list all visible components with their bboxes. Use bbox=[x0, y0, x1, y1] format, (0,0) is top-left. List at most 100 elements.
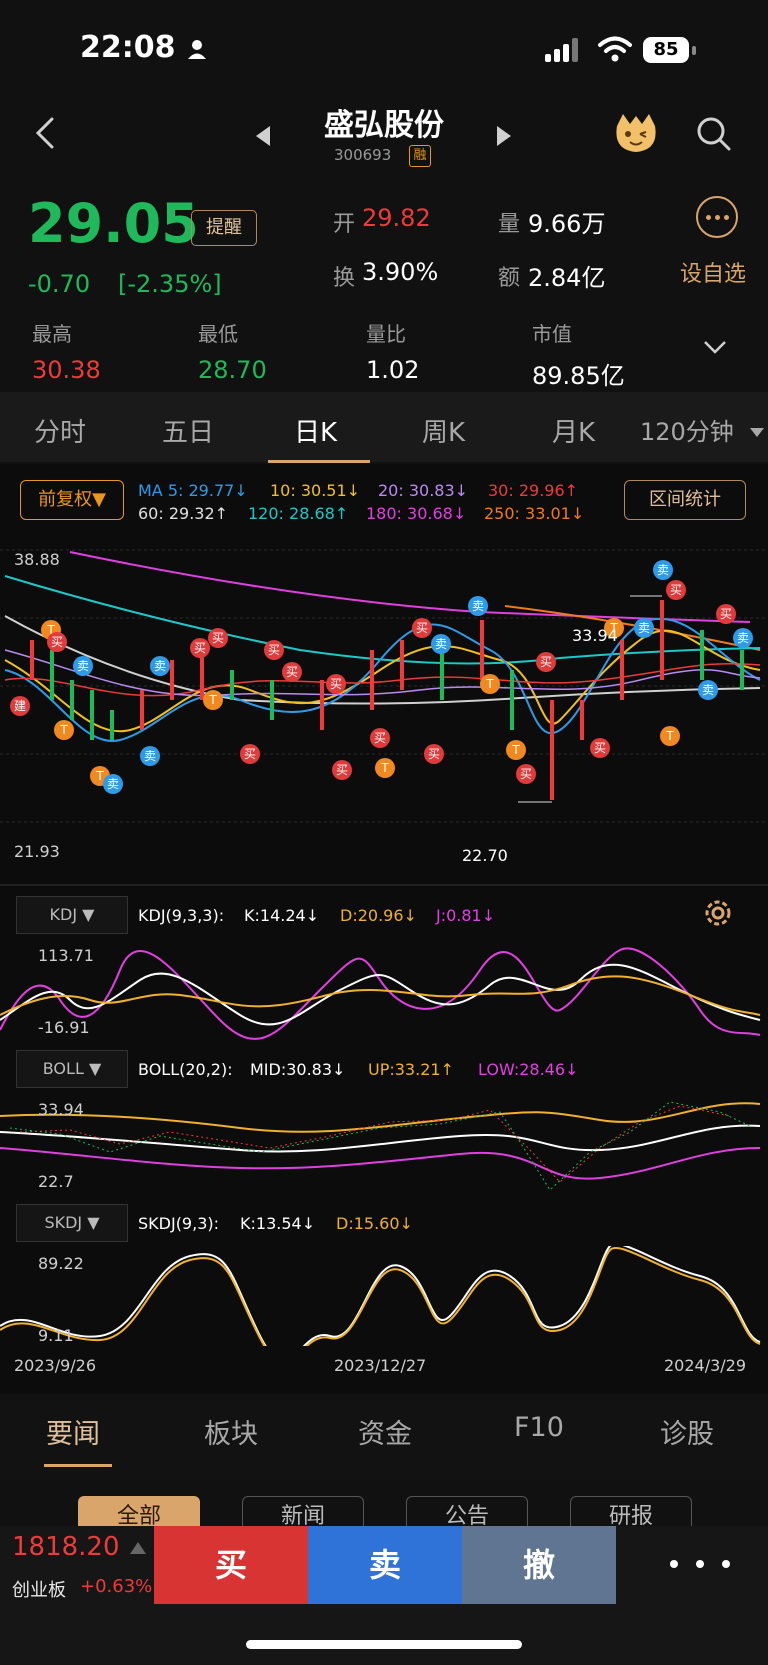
open-value: 29.82 bbox=[362, 204, 431, 232]
buy-button[interactable]: 买 bbox=[154, 1526, 308, 1604]
svg-text:卖: 卖 bbox=[657, 563, 669, 577]
date-end: 2024/3/29 bbox=[664, 1356, 747, 1375]
ma30-legend: 30: 29.96↑ bbox=[488, 481, 579, 500]
news-tab-diagnosis[interactable]: 诊股 bbox=[660, 1412, 714, 1451]
kdj-selector[interactable]: KDJ ▼ bbox=[16, 896, 128, 934]
boll-selector[interactable]: BOLL ▼ bbox=[16, 1050, 128, 1088]
kdj-d: D:20.96↓ bbox=[340, 906, 417, 925]
high-value: 30.38 bbox=[32, 356, 101, 384]
volume-value: 9.66万 bbox=[528, 210, 606, 238]
svg-text:买: 买 bbox=[212, 631, 224, 645]
range-stats-button[interactable]: 区间统计 bbox=[624, 480, 746, 520]
trough-price-label: 22.70 bbox=[462, 846, 508, 865]
chevron-down-icon[interactable] bbox=[703, 340, 727, 354]
chip-news[interactable]: 新闻 bbox=[242, 1496, 364, 1530]
person-icon bbox=[188, 40, 206, 59]
ma20-legend: 20: 30.83↓ bbox=[378, 481, 469, 500]
margin-badge: 融 bbox=[409, 145, 431, 167]
trade-markers: T 买 建 卖 T T 卖 卖 卖 买 买 T 买 买 买 买 买 买 T 买 … bbox=[10, 560, 753, 794]
svg-text:买: 买 bbox=[428, 747, 440, 761]
volume-ratio-label: 量比 bbox=[366, 322, 406, 346]
ma120-legend: 120: 28.68↑ bbox=[248, 504, 349, 523]
tab-120min[interactable]: 120分钟 bbox=[640, 412, 734, 447]
boll-chart bbox=[0, 1101, 761, 1191]
mascot-icon[interactable] bbox=[613, 112, 659, 154]
price-axis-bottom: 21.93 bbox=[14, 842, 60, 861]
adjust-mode-dropdown[interactable]: 前复权▼ bbox=[20, 480, 124, 520]
chip-all[interactable]: 全部 bbox=[78, 1496, 200, 1530]
low-value: 28.70 bbox=[198, 356, 267, 384]
cancel-order-button[interactable]: 撤 bbox=[462, 1526, 616, 1604]
back-icon[interactable] bbox=[34, 116, 56, 150]
turnover-label: 换 bbox=[333, 266, 356, 291]
price-change-pct: [-2.35%] bbox=[118, 270, 222, 298]
tab-five-day[interactable]: 五日 bbox=[162, 412, 214, 449]
home-indicator[interactable] bbox=[246, 1640, 522, 1649]
market-cap-value: 89.85亿 bbox=[532, 362, 625, 390]
kline-chart[interactable]: T 买 建 卖 T T 卖 卖 卖 买 买 T 买 买 买 买 买 买 T 买 … bbox=[0, 540, 768, 890]
svg-text:买: 买 bbox=[416, 621, 428, 635]
svg-text:买: 买 bbox=[194, 641, 206, 655]
tab-daily-k[interactable]: 日K bbox=[294, 412, 337, 449]
svg-text:T: T bbox=[665, 729, 674, 743]
svg-text:卖: 卖 bbox=[435, 637, 447, 651]
boll-mid: MID:30.83↓ bbox=[250, 1060, 346, 1079]
amount-label: 额 bbox=[498, 266, 521, 291]
svg-text:买: 买 bbox=[286, 665, 298, 679]
next-stock-button[interactable] bbox=[497, 126, 511, 146]
high-label: 最高 bbox=[32, 322, 72, 346]
svg-text:买: 买 bbox=[720, 607, 732, 621]
sell-button[interactable]: 卖 bbox=[308, 1526, 462, 1604]
svg-text:买: 买 bbox=[594, 741, 606, 755]
ma10-legend: 10: 30.51↓ bbox=[270, 481, 361, 500]
prev-stock-button[interactable] bbox=[256, 126, 270, 146]
add-watchlist-button[interactable]: 设自选 bbox=[680, 256, 746, 288]
svg-text:T: T bbox=[59, 723, 68, 737]
news-tab-capital[interactable]: 资金 bbox=[358, 1412, 412, 1451]
ma60-legend: 60: 29.32↑ bbox=[138, 504, 229, 523]
svg-text:卖: 卖 bbox=[154, 659, 166, 673]
ma5-legend: MA 5: 29.77↓ bbox=[138, 481, 248, 500]
svg-text:买: 买 bbox=[330, 677, 342, 691]
turnover-value: 3.90% bbox=[362, 258, 439, 286]
period-tabs: 分时 五日 日K 周K 月K 120分钟 bbox=[0, 392, 768, 462]
more-options-button[interactable] bbox=[696, 196, 738, 238]
skdj-name: SKDJ(9,3): bbox=[138, 1214, 220, 1233]
boll-up: UP:33.21↑ bbox=[368, 1060, 454, 1079]
skdj-axis-bottom: 9.11 bbox=[38, 1326, 74, 1345]
svg-text:买: 买 bbox=[336, 763, 348, 777]
svg-text:卖: 卖 bbox=[472, 599, 484, 613]
svg-text:卖: 卖 bbox=[107, 777, 119, 791]
battery-icon: 85 bbox=[643, 37, 699, 63]
more-icon[interactable] bbox=[660, 1548, 740, 1580]
low-label: 最低 bbox=[198, 322, 238, 346]
tab-weekly-k[interactable]: 周K bbox=[422, 412, 465, 449]
price-change: -0.70 bbox=[28, 270, 91, 298]
svg-text:买: 买 bbox=[374, 731, 386, 745]
svg-text:T: T bbox=[208, 693, 217, 707]
chip-announcements[interactable]: 公告 bbox=[406, 1496, 528, 1530]
price-alert-button[interactable]: 提醒 bbox=[191, 210, 257, 246]
svg-text:买: 买 bbox=[244, 747, 256, 761]
news-tab-sector[interactable]: 板块 bbox=[204, 1412, 258, 1451]
last-price: 29.05 bbox=[28, 192, 199, 255]
active-tab-indicator bbox=[268, 460, 370, 463]
boll-name: BOLL(20,2): bbox=[138, 1060, 233, 1079]
tab-intraday[interactable]: 分时 bbox=[34, 412, 86, 449]
triangle-right-icon bbox=[497, 126, 511, 146]
cellular-signal-icon bbox=[545, 38, 581, 62]
chip-research[interactable]: 研报 bbox=[570, 1496, 692, 1530]
svg-text:卖: 卖 bbox=[638, 621, 650, 635]
search-icon[interactable] bbox=[696, 116, 732, 152]
news-tab-headlines[interactable]: 要闻 bbox=[46, 1412, 100, 1451]
index-value[interactable]: 1818.20 bbox=[12, 1532, 120, 1562]
skdj-k: K:13.54↓ bbox=[240, 1214, 316, 1233]
market-cap-label: 市值 bbox=[532, 322, 572, 346]
gear-icon[interactable] bbox=[702, 897, 734, 929]
svg-text:T: T bbox=[485, 677, 494, 691]
kdj-name: KDJ(9,3,3): bbox=[138, 906, 225, 925]
skdj-selector[interactable]: SKDJ ▼ bbox=[16, 1204, 128, 1242]
tab-monthly-k[interactable]: 月K bbox=[552, 412, 595, 449]
boll-low: LOW:28.46↓ bbox=[478, 1060, 579, 1079]
news-tab-f10[interactable]: F10 bbox=[514, 1412, 564, 1443]
